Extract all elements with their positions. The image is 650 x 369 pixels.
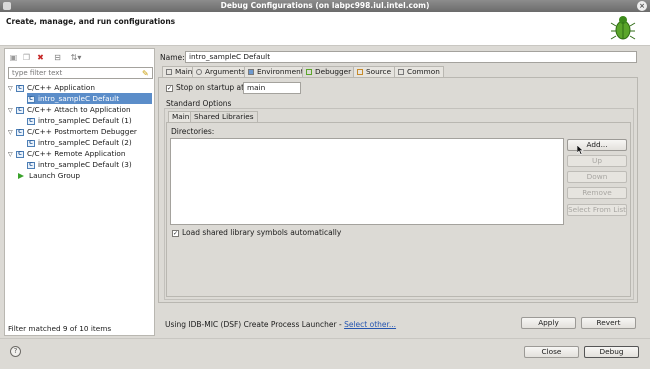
c-config-icon: C [27,95,35,103]
configuration-tree-panel: ▣ ❐ ✖ ⊟ ⇅▾ ✎ ▽CC/C++ Application Cintro_… [4,48,155,336]
tab-label: Common [407,67,440,76]
checkbox-label: Stop on startup at: [176,83,247,92]
c-config-icon: C [27,139,35,147]
close-button[interactable]: Close [524,346,579,358]
c-config-icon: C [27,117,35,125]
tree-item-intro-samplec-default[interactable]: Cintro_sampleC Default [27,93,152,104]
add-button[interactable]: Add... [567,139,627,151]
filter-status: Filter matched 9 of 10 items [8,324,112,333]
window-titlebar: Debug Configurations (on labpc998.iul.in… [0,0,650,12]
tab-label: Main [175,67,193,76]
tab-environment[interactable]: Environment [244,66,308,77]
source-tab-icon [357,69,363,75]
tree-item-c-remote[interactable]: ▽ C C/C++ Remote Application [8,148,125,159]
c-app-icon: C [16,84,24,92]
tree-item-label: intro_sampleC Default (3) [38,160,132,169]
window-close-button[interactable]: × [637,1,647,11]
environment-tab-icon [248,69,254,75]
tree-item-intro-samplec-default-1[interactable]: Cintro_sampleC Default (1) [27,115,132,126]
window-title: Debug Configurations (on labpc998.iul.in… [220,1,430,10]
tab-label: Environment [257,67,304,76]
name-label: Name: [160,53,185,62]
duplicate-icon[interactable]: ❐ [22,53,31,62]
load-shared-symbols-checkbox[interactable]: ✓ Load shared library symbols automatical… [172,228,341,237]
filter-icon[interactable]: ⇅▾ [68,53,84,62]
apply-button[interactable]: Apply [521,317,576,329]
help-icon[interactable]: ? [10,346,21,357]
debugger-tab-icon [306,69,312,75]
expand-arrow-icon[interactable]: ▽ [8,83,16,94]
stop-on-startup-input[interactable]: main [243,82,301,94]
tree-item-label: C/C++ Application [27,83,95,92]
collapse-all-icon[interactable]: ⊟ [53,53,62,62]
select-other-link[interactable]: Select other... [344,320,396,329]
standard-options-label: Standard Options [166,99,232,108]
checkbox-label: Load shared library symbols automaticall… [182,228,342,237]
tree-item-label: C/C++ Remote Application [27,149,126,158]
c-config-icon: C [27,161,35,169]
checkbox[interactable]: ✓ [166,84,173,92]
tab-arguments[interactable]: Arguments [192,66,250,77]
debug-button[interactable]: Debug [584,346,639,358]
new-config-icon[interactable]: ▣ [9,53,18,62]
launcher-info: Using IDB-MIC (DSF) Create Process Launc… [165,320,396,329]
filter-input[interactable] [8,67,153,79]
tree-item-label: intro_sampleC Default [38,94,120,103]
tree-item-c-attach[interactable]: ▽ C C/C++ Attach to Application [8,104,131,115]
expand-arrow-icon[interactable]: ▽ [8,127,16,138]
tree-item-label: intro_sampleC Default (2) [38,138,132,147]
c-attach-icon: C [16,106,24,114]
app-icon [3,2,11,10]
directories-list[interactable] [170,138,564,225]
launcher-text: Using IDB-MIC (DSF) Create Process Launc… [165,320,345,329]
main-tab-icon [166,69,172,75]
revert-button[interactable]: Revert [581,317,636,329]
tree-item-intro-samplec-default-2[interactable]: Cintro_sampleC Default (2) [27,137,132,148]
launch-group-icon [18,173,24,179]
directories-label: Directories: [171,127,215,136]
tree-item-label: Launch Group [29,171,80,180]
subtab-shared-libraries[interactable]: Shared Libraries [190,111,258,122]
tree-item-label: intro_sampleC Default (1) [38,116,132,125]
clear-filter-icon[interactable]: ✎ [142,69,149,78]
tab-label: Source [366,67,392,76]
tab-label: Debugger [315,67,352,76]
down-button[interactable]: Down [567,171,627,183]
select-from-list-button[interactable]: Select From List [567,204,627,216]
expand-arrow-icon[interactable]: ▽ [8,149,16,160]
tree-item-launch-group[interactable]: Launch Group [18,170,80,181]
bug-icon [610,16,636,40]
up-button[interactable]: Up [567,155,627,167]
c-remote-icon: C [16,150,24,158]
checkbox[interactable]: ✓ [172,229,179,237]
dialog-title: Create, manage, and run configurations [6,17,176,26]
c-postmortem-icon: C [16,128,24,136]
name-input[interactable]: intro_sampleC Default [185,51,637,63]
tree-item-c-application[interactable]: ▽ C C/C++ Application [8,82,95,93]
expand-arrow-icon[interactable]: ▽ [8,105,16,116]
tree-item-c-postmortem[interactable]: ▽ C C/C++ Postmortem Debugger [8,126,137,137]
common-tab-icon [398,69,404,75]
tree-item-label: C/C++ Postmortem Debugger [27,127,137,136]
delete-icon[interactable]: ✖ [36,53,45,62]
remove-button[interactable]: Remove [567,187,627,199]
tree-item-label: C/C++ Attach to Application [27,105,131,114]
stop-on-startup-checkbox[interactable]: ✓ Stop on startup at: [166,83,247,92]
tab-label: Arguments [205,67,246,76]
dialog-separator [0,338,650,339]
tree-item-intro-samplec-default-3[interactable]: Cintro_sampleC Default (3) [27,159,132,170]
tab-common[interactable]: Common [394,66,444,77]
arguments-tab-icon [196,69,202,75]
tab-source[interactable]: Source [353,66,396,77]
dialog-header: Create, manage, and run configurations [0,12,650,46]
mouse-cursor-icon [577,145,584,155]
